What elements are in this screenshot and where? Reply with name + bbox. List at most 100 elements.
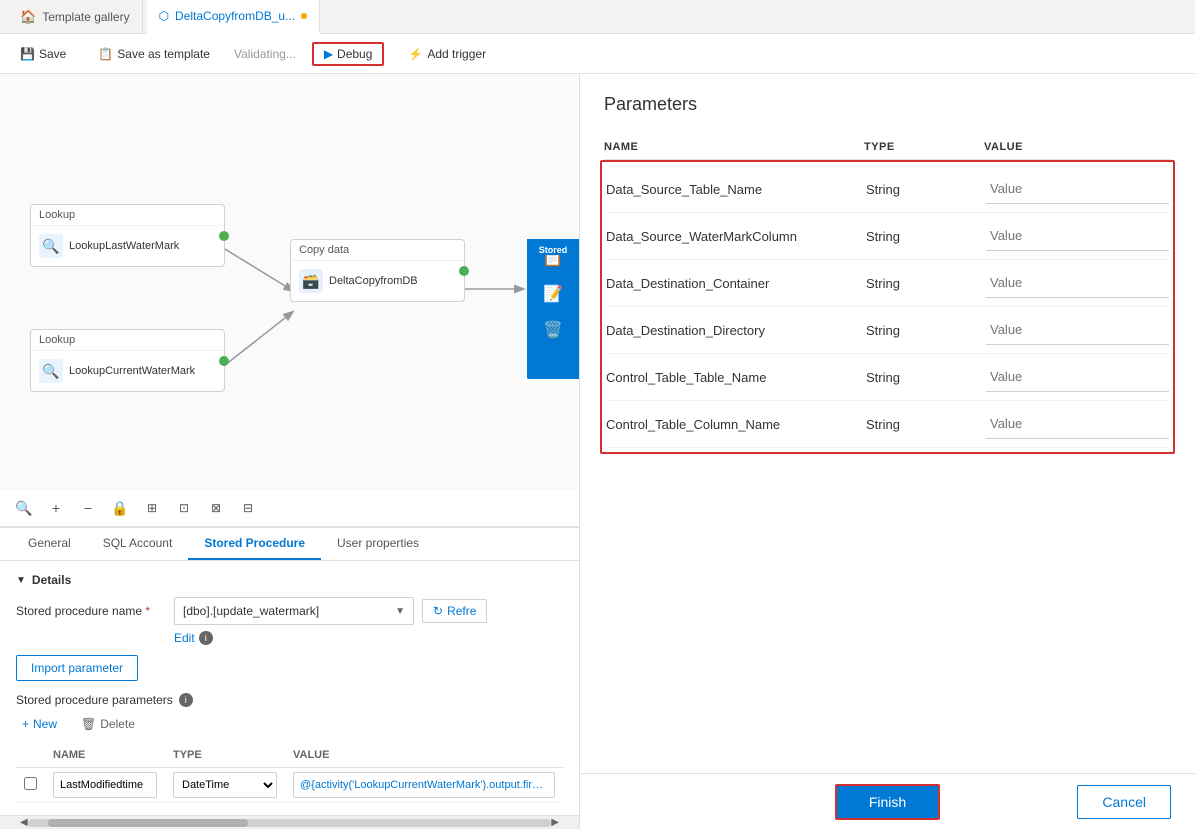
- save-as-icon: 📋: [98, 47, 113, 61]
- param-value-input-1[interactable]: [986, 221, 1169, 251]
- main-layout: Lookup 🔍 LookupLastWaterMark Lookup 🔍 Lo…: [0, 74, 1195, 829]
- scroll-right-btn[interactable]: ▶: [551, 817, 559, 828]
- refresh-button[interactable]: ↻ Refre: [422, 599, 487, 623]
- row-checkbox[interactable]: [24, 777, 37, 790]
- add-tool-btn[interactable]: +: [44, 496, 68, 520]
- copy-data-body: 🗃️ DeltaCopyfromDB: [291, 261, 464, 301]
- save-icon: 💾: [20, 47, 35, 61]
- stored-proc-name-input[interactable]: [dbo].[update_watermark] ▼: [174, 597, 414, 625]
- tab-pipeline[interactable]: ⬡ DeltaCopyfromDB_u...: [147, 0, 321, 34]
- scroll-left-btn[interactable]: ◀: [20, 817, 28, 828]
- params-right: Parameters NAME TYPE VALUE Data_Source_T…: [580, 74, 1195, 773]
- trigger-icon: ⚡: [408, 47, 423, 61]
- copy-data-icon: 🗃️: [299, 269, 323, 293]
- lookup2-header: Lookup: [31, 330, 224, 351]
- param-row-2: Data_Destination_Container String: [606, 260, 1169, 307]
- debug-icon: ▶: [324, 47, 333, 61]
- stored-proc-name-label: Stored procedure name *: [16, 604, 166, 618]
- param-value-input-3[interactable]: [986, 315, 1169, 345]
- snap-tool-btn[interactable]: ⊟: [236, 496, 260, 520]
- params-info-icon: i: [179, 693, 193, 707]
- stored-proc-params-label: Stored procedure parameters i: [16, 693, 563, 707]
- search-tool-btn[interactable]: 🔍: [12, 496, 36, 520]
- mini-toolbar: 🔍 + − 🔒 ⊞ ⊡ ⊠ ⊟: [0, 490, 579, 527]
- tab-sql-account[interactable]: SQL Account: [87, 528, 189, 560]
- param-type-4: String: [866, 370, 986, 385]
- col-checkbox: [16, 743, 45, 768]
- param-value-input-0[interactable]: [986, 174, 1169, 204]
- zoom-tool-btn[interactable]: ⊡: [172, 496, 196, 520]
- right-panel: Parameters NAME TYPE VALUE Data_Source_T…: [580, 74, 1195, 829]
- subtract-tool-btn[interactable]: −: [76, 496, 100, 520]
- params-grid-header: NAME TYPE VALUE: [604, 135, 1171, 160]
- row-value-input[interactable]: [293, 772, 555, 798]
- lookup2-name: LookupCurrentWaterMark: [69, 365, 195, 377]
- stored-label: Stored: [527, 239, 579, 255]
- tab-gallery-label: Template gallery: [42, 10, 129, 24]
- dropdown-icon: ▼: [395, 606, 405, 617]
- row-name-input[interactable]: [53, 772, 157, 798]
- save-button[interactable]: 💾 Save: [12, 43, 74, 65]
- horizontal-scrollbar[interactable]: ◀ ▶: [0, 815, 579, 829]
- import-parameter-button[interactable]: Import parameter: [16, 655, 138, 681]
- lookup2-body: 🔍 LookupCurrentWaterMark: [31, 351, 224, 391]
- lookup1-output-dot: [219, 231, 229, 241]
- details-section: ▼ Details: [16, 573, 563, 587]
- param-value-1: [986, 221, 1169, 251]
- stored-delete-icon: 🗑️: [543, 320, 563, 340]
- param-row-5: Control_Table_Column_Name String: [606, 401, 1169, 448]
- edit-link[interactable]: Edit i: [174, 631, 213, 645]
- scroll-track[interactable]: [28, 819, 552, 827]
- lookup1-activity[interactable]: Lookup 🔍 LookupLastWaterMark: [30, 204, 225, 267]
- scroll-thumb: [48, 819, 248, 827]
- param-row-1: Data_Source_WaterMarkColumn String: [606, 213, 1169, 260]
- validating-text: Validating...: [234, 47, 296, 61]
- edit-row: Edit i: [174, 631, 563, 645]
- param-value-input-2[interactable]: [986, 268, 1169, 298]
- param-value-4: [986, 362, 1169, 392]
- col-name-header: NAME: [45, 743, 165, 768]
- tab-template-gallery[interactable]: 🏠 Template gallery: [8, 0, 143, 34]
- param-name-0: Data_Source_Table_Name: [606, 182, 866, 197]
- param-name-1: Data_Source_WaterMarkColumn: [606, 229, 866, 244]
- param-value-input-5[interactable]: [986, 409, 1169, 439]
- param-type-0: String: [866, 182, 986, 197]
- row-type-select[interactable]: DateTime String Int32: [173, 772, 277, 798]
- stored-proc-name-row: Stored procedure name * [dbo].[update_wa…: [16, 597, 563, 625]
- value-highlight-box: Data_Source_Table_Name String Data_Sourc…: [600, 160, 1175, 454]
- plus-icon: +: [22, 717, 29, 731]
- home-icon: 🏠: [20, 9, 36, 25]
- delete-param-button[interactable]: 🗑 Delete: [75, 715, 141, 733]
- lookup2-activity[interactable]: Lookup 🔍 LookupCurrentWaterMark: [30, 329, 225, 392]
- param-value-5: [986, 409, 1169, 439]
- lock-tool-btn[interactable]: 🔒: [108, 496, 132, 520]
- chevron-icon: ▼: [16, 575, 26, 586]
- left-panel: Lookup 🔍 LookupLastWaterMark Lookup 🔍 Lo…: [0, 74, 580, 829]
- finish-button[interactable]: Finish: [835, 784, 940, 820]
- lookup1-header: Lookup: [31, 205, 224, 226]
- fit-tool-btn[interactable]: ⊞: [140, 496, 164, 520]
- save-as-template-button[interactable]: 📋 Save as template: [90, 43, 218, 65]
- add-param-button[interactable]: + New: [16, 715, 63, 733]
- lookup1-body: 🔍 LookupLastWaterMark: [31, 226, 224, 266]
- params-title: Parameters: [604, 94, 1171, 115]
- copy-data-activity[interactable]: Copy data 🗃️ DeltaCopyfromDB: [290, 239, 465, 302]
- debug-button[interactable]: ▶ Debug: [312, 42, 385, 66]
- tab-bar: 🏠 Template gallery ⬡ DeltaCopyfromDB_u..…: [0, 0, 1195, 34]
- add-trigger-button[interactable]: ⚡ Add trigger: [400, 43, 494, 65]
- param-row-0: Data_Source_Table_Name String: [606, 166, 1169, 213]
- stored-activity[interactable]: 📋 📝 🗑️: [527, 239, 579, 379]
- tab-general[interactable]: General: [12, 528, 87, 560]
- tab-stored-procedure[interactable]: Stored Procedure: [188, 528, 321, 560]
- unsaved-dot: [301, 13, 307, 19]
- param-type-2: String: [866, 276, 986, 291]
- cancel-button[interactable]: Cancel: [1077, 785, 1171, 819]
- panel-content: ▼ Details Stored procedure name * [dbo].…: [0, 561, 579, 815]
- grid-tool-btn[interactable]: ⊠: [204, 496, 228, 520]
- trash-icon: 🗑: [81, 717, 96, 731]
- param-value-input-4[interactable]: [986, 362, 1169, 392]
- tab-pipeline-label: DeltaCopyfromDB_u...: [175, 9, 295, 23]
- canvas-area[interactable]: Lookup 🔍 LookupLastWaterMark Lookup 🔍 Lo…: [0, 74, 579, 527]
- tab-user-properties[interactable]: User properties: [321, 528, 435, 560]
- table-row: DateTime String Int32: [16, 768, 563, 803]
